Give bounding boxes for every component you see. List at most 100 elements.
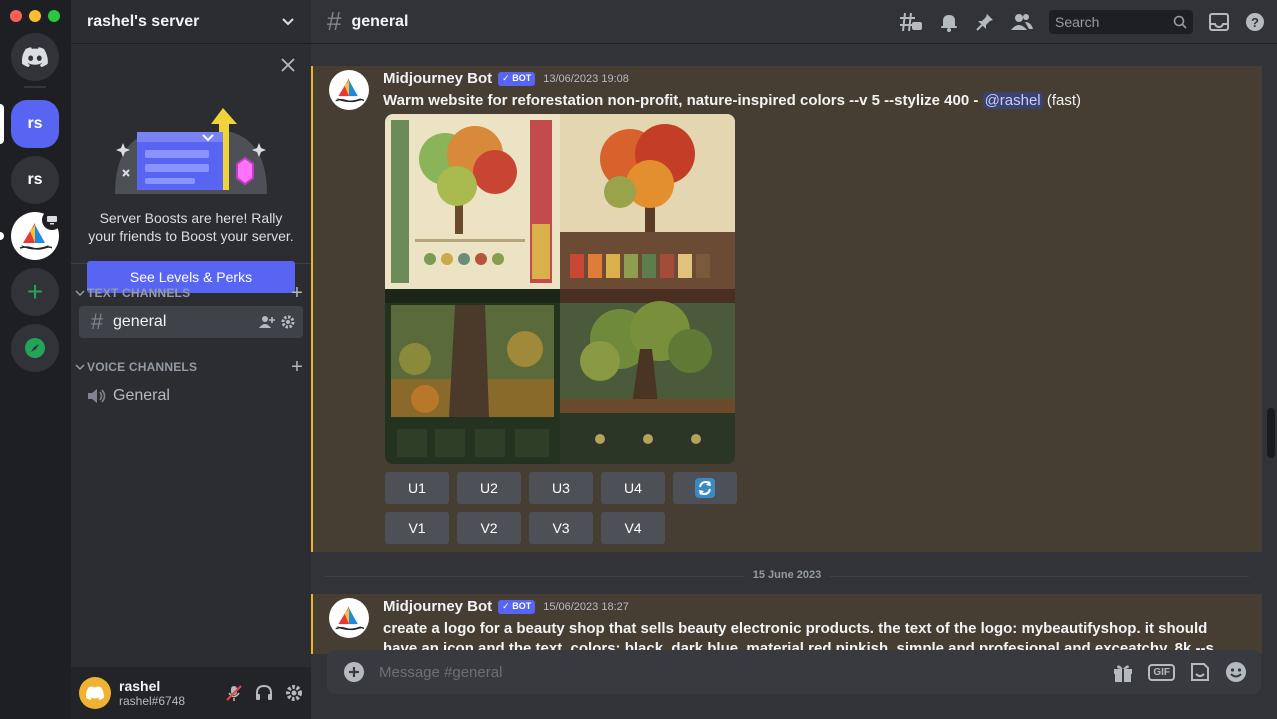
- upscale-buttons: U1 U2 U3 U4: [385, 472, 737, 504]
- bot-badge: ✓ BOT: [498, 71, 536, 86]
- generated-image-2[interactable]: [560, 114, 735, 289]
- variation-3-button[interactable]: V3: [529, 512, 593, 544]
- user-mention[interactable]: @rashel: [982, 92, 1043, 109]
- help-icon[interactable]: ?: [1245, 12, 1265, 32]
- boost-description: Server Boosts are here! Rally your frien…: [88, 210, 294, 244]
- gear-icon[interactable]: [281, 315, 295, 329]
- gift-icon[interactable]: [1112, 661, 1134, 683]
- explore-servers-button[interactable]: [11, 324, 59, 372]
- user-tag: rashel#6748: [119, 694, 186, 708]
- variation-buttons: V1 V2 V3 V4: [385, 512, 665, 544]
- chevron-down-icon: [282, 17, 294, 25]
- upscale-1-button[interactable]: U1: [385, 472, 449, 504]
- variation-4-button[interactable]: V4: [601, 512, 665, 544]
- channel-label: General: [113, 387, 170, 404]
- mode-label: (fast): [1046, 92, 1081, 109]
- scrollbar-thumb[interactable]: [1267, 408, 1275, 458]
- screen-share-icon: [42, 210, 62, 230]
- message-highlighted[interactable]: Midjourney Bot ✓ BOT 15/06/2023 18:27 cr…: [311, 594, 1262, 654]
- gear-icon[interactable]: [285, 684, 303, 702]
- channel-general[interactable]: # general: [79, 306, 303, 338]
- compass-icon: [25, 338, 45, 358]
- create-voice-channel-button[interactable]: +: [291, 356, 303, 379]
- channel-title: general: [351, 12, 409, 30]
- channel-sidebar: rashel's server Server Boosts are here! …: [71, 0, 311, 719]
- bot-avatar[interactable]: [329, 598, 369, 638]
- bot-avatar[interactable]: [329, 70, 369, 110]
- discord-app: rs rs + rashel's server Server Boosts ar…: [0, 0, 1277, 719]
- server-rs[interactable]: rs: [11, 156, 59, 204]
- zoom-window-button[interactable]: [48, 10, 60, 22]
- discord-logo-icon: [22, 47, 48, 67]
- emoji-icon[interactable]: [1225, 661, 1247, 683]
- generated-image-4[interactable]: [560, 289, 735, 464]
- server-header[interactable]: rashel's server: [71, 0, 311, 44]
- server-boost-promo: Server Boosts are here! Rally your frien…: [71, 44, 311, 293]
- generated-image-3[interactable]: [385, 289, 560, 464]
- chevron-down-icon: [75, 364, 85, 371]
- sticker-icon[interactable]: [1189, 661, 1211, 683]
- image-grid-attachment[interactable]: [385, 114, 735, 464]
- prompt-text: Warm website for reforestation non-profi…: [383, 92, 970, 109]
- pin-icon[interactable]: [975, 12, 995, 32]
- rail-divider: [24, 86, 46, 88]
- channel-header: # general Search ?: [311, 0, 1277, 44]
- message-author[interactable]: Midjourney Bot: [383, 598, 492, 615]
- add-attachment-icon[interactable]: [343, 661, 365, 683]
- message-content: Warm website for reforestation non-profi…: [383, 91, 1222, 111]
- active-server-indicator: [0, 104, 4, 144]
- discord-logo-icon: [86, 686, 104, 700]
- generated-image-1[interactable]: [385, 114, 560, 289]
- search-placeholder: Search: [1055, 13, 1100, 30]
- close-window-button[interactable]: [10, 10, 22, 22]
- message-content: create a logo for a beauty shop that sel…: [383, 619, 1222, 654]
- upscale-4-button[interactable]: U4: [601, 472, 665, 504]
- midjourney-boat-icon: [335, 78, 364, 103]
- category-label: TEXT CHANNELS: [87, 286, 191, 300]
- inbox-icon[interactable]: [1209, 12, 1229, 31]
- message-input-placeholder: Message #general: [379, 663, 503, 681]
- headphones-icon[interactable]: [255, 684, 273, 702]
- voice-channel-general[interactable]: General: [79, 380, 303, 412]
- variation-2-button[interactable]: V2: [457, 512, 521, 544]
- category-text-channels[interactable]: TEXT CHANNELS +: [75, 282, 303, 305]
- chevron-down-icon: [75, 290, 85, 297]
- upscale-2-button[interactable]: U2: [457, 472, 521, 504]
- home-button[interactable]: [11, 33, 59, 81]
- message-timestamp: 15/06/2023 18:27: [543, 600, 629, 613]
- variation-1-button[interactable]: V1: [385, 512, 449, 544]
- server-rs-active[interactable]: rs: [11, 100, 59, 148]
- gif-button[interactable]: GIF: [1148, 663, 1175, 681]
- create-channel-button[interactable]: +: [291, 282, 303, 305]
- message-highlighted[interactable]: Midjourney Bot ✓ BOT 13/06/2023 19:08 Wa…: [311, 66, 1262, 552]
- user-panel: rashel rashel#6748: [71, 667, 311, 719]
- threads-icon[interactable]: [899, 11, 923, 33]
- minimize-window-button[interactable]: [29, 10, 41, 22]
- user-info[interactable]: rashel rashel#6748: [119, 678, 185, 708]
- window-controls: [10, 10, 60, 22]
- midjourney-boat-icon: [335, 606, 364, 631]
- upscale-3-button[interactable]: U3: [529, 472, 593, 504]
- add-server-button[interactable]: +: [11, 268, 59, 316]
- message-composer[interactable]: Message #general GIF: [327, 650, 1261, 694]
- unread-indicator: [0, 232, 4, 240]
- search-icon: [1173, 15, 1187, 29]
- server-name: rashel's server: [87, 12, 200, 30]
- date-divider-label: 15 June 2023: [744, 569, 830, 581]
- close-icon[interactable]: [281, 58, 295, 72]
- mute-mic-icon[interactable]: [225, 684, 243, 702]
- message-author[interactable]: Midjourney Bot: [383, 70, 492, 87]
- search-input[interactable]: Search: [1049, 9, 1193, 34]
- reroll-button[interactable]: [673, 472, 737, 504]
- chat-area: # general Search ? Midjourney Bot ✓ BOT …: [311, 0, 1277, 719]
- server-rail: rs rs +: [0, 0, 71, 719]
- invite-icon[interactable]: [259, 315, 275, 329]
- member-list-icon[interactable]: [1011, 12, 1033, 32]
- boost-illustration-icon: [115, 108, 267, 194]
- channel-label: general: [113, 313, 167, 330]
- prompt-separator: -: [969, 92, 983, 109]
- notification-bell-icon[interactable]: [939, 12, 959, 32]
- avatar[interactable]: [79, 677, 111, 709]
- category-voice-channels[interactable]: VOICE CHANNELS +: [75, 356, 303, 379]
- prompt-text: create a logo for a beauty shop that sel…: [383, 620, 1214, 654]
